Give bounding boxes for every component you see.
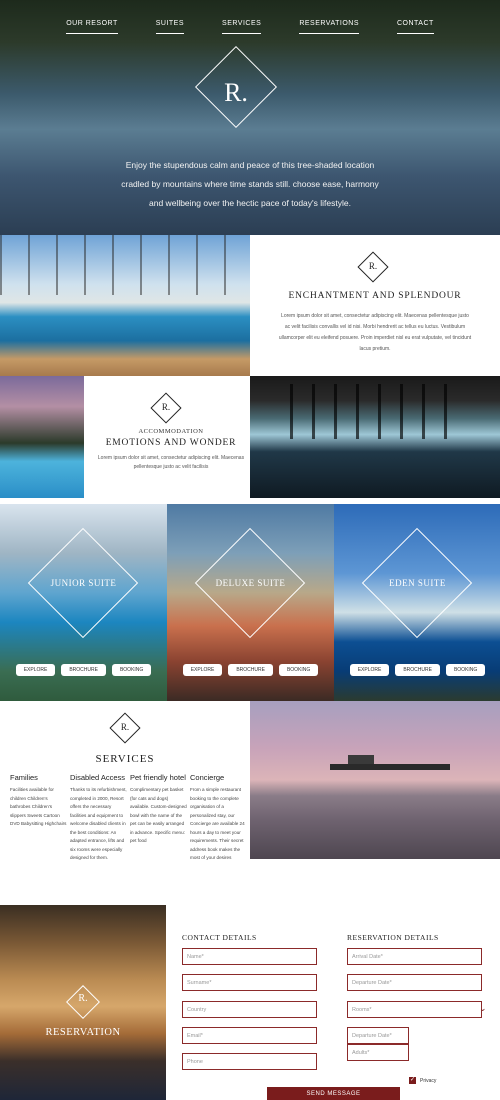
main-nav: OUR RESORT SUITES SERVICES RESERVATIONS …	[0, 20, 500, 34]
service-heading: Families	[10, 773, 38, 782]
suite-name: JUNIOR SUITE	[50, 578, 117, 588]
services-logo: R.	[120, 722, 130, 732]
suite-card-deluxe[interactable]: DELUXE SUITE EXPLORE BROCHURE BOOKING	[167, 504, 334, 701]
brochure-button[interactable]: BROCHURE	[228, 664, 273, 676]
phone-field[interactable]: Phone	[182, 1053, 317, 1070]
accommodation-text: Lorem ipsum dolor sit amet, consectetur …	[97, 455, 245, 470]
service-heading: Concierge	[190, 773, 225, 782]
booking-button[interactable]: BOOKING	[445, 664, 486, 676]
hero-section: OUR RESORT SUITES SERVICES RESERVATIONS …	[0, 0, 500, 235]
send-message-button[interactable]: SEND MESSAGE	[267, 1087, 400, 1100]
chevron-down-icon: ⌄	[479, 1003, 487, 1013]
sunset-pier-image	[250, 701, 500, 859]
services-title: SERVICES	[95, 753, 155, 765]
booking-button[interactable]: BOOKING	[111, 664, 152, 676]
departure-date-field-2[interactable]: Departure Date*	[347, 1027, 409, 1044]
enchantment-logo: R.	[368, 261, 378, 271]
enchantment-section: R. ENCHANTMENT AND SPLENDOUR Lorem ipsum…	[0, 235, 500, 376]
rooms-select[interactable]: Rooms*	[347, 1001, 482, 1018]
service-heading: Disabled Access	[70, 773, 126, 782]
check-icon: ✓	[409, 1077, 416, 1084]
nav-our-resort[interactable]: OUR RESORT	[66, 20, 118, 34]
country-field[interactable]: Country	[182, 1001, 317, 1018]
nav-suites[interactable]: SUITES	[155, 20, 185, 34]
pool-image	[0, 235, 250, 376]
hero-tagline: Enjoy the stupendous calm and peace of t…	[121, 160, 379, 208]
bar-image: R. RESERVATION	[0, 905, 166, 1100]
email-field[interactable]: Email*	[182, 1027, 317, 1044]
reservation-logo: R.	[78, 993, 88, 1004]
nav-reservations[interactable]: RESERVATIONS	[299, 20, 359, 34]
name-field[interactable]: Name*	[182, 948, 317, 965]
brochure-button[interactable]: BROCHURE	[395, 664, 440, 676]
reservation-details-heading: RESERVATION DETAILS	[347, 933, 439, 942]
service-heading: Pet friendly hotel	[130, 773, 186, 782]
accommodation-logo: R.	[161, 402, 171, 412]
privacy-label: Privacy	[420, 1077, 437, 1084]
service-text: Complimentary pet basket (for cats and d…	[130, 787, 187, 843]
services-section: R. SERVICES Families Facilities availabl…	[0, 701, 500, 905]
hero-logo: R.	[224, 78, 248, 107]
surname-field[interactable]: Surname*	[182, 974, 317, 991]
palms-image	[0, 376, 84, 498]
reservation-label: RESERVATION	[45, 1027, 121, 1038]
suite-name: EDEN SUITE	[389, 578, 446, 588]
contact-details-heading: CONTACT DETAILS	[182, 933, 257, 942]
indoor-pool-image	[250, 376, 500, 498]
explore-button[interactable]: EXPLORE	[15, 664, 56, 676]
accommodation-subtitle: ACCOMMODATION	[138, 428, 204, 435]
arrival-date-field[interactable]: Arrival Date*	[347, 948, 482, 965]
privacy-checkbox[interactable]: ✓ Privacy	[409, 1077, 436, 1084]
enchantment-text: Lorem ipsum dolor sit amet, consectetur …	[278, 313, 472, 352]
suites-section: JUNIOR SUITE EXPLORE BROCHURE BOOKING DE…	[0, 504, 500, 701]
suite-card-junior[interactable]: JUNIOR SUITE EXPLORE BROCHURE BOOKING	[0, 504, 167, 701]
suite-card-eden[interactable]: EDEN SUITE EXPLORE BROCHURE BOOKING	[334, 504, 500, 701]
nav-contact[interactable]: CONTACT	[397, 20, 434, 34]
accommodation-title: EMOTIONS AND WONDER	[105, 438, 237, 448]
explore-button[interactable]: EXPLORE	[349, 664, 390, 676]
brochure-button[interactable]: BROCHURE	[61, 664, 106, 676]
service-text: From a simple restaurant booking to the …	[190, 787, 245, 860]
booking-button[interactable]: BOOKING	[278, 664, 319, 676]
nav-services[interactable]: SERVICES	[222, 20, 262, 34]
explore-button[interactable]: EXPLORE	[182, 664, 223, 676]
service-text: Thanks to its refurbishment, completed i…	[70, 787, 127, 860]
service-text: Facilities available for children Childr…	[10, 787, 67, 826]
reservation-section: R. RESERVATION CONTACT DETAILS RESERVATI…	[0, 905, 500, 1100]
enchantment-title: ENCHANTMENT AND SPLENDOUR	[288, 291, 462, 301]
departure-date-field[interactable]: Departure Date*	[347, 974, 482, 991]
accommodation-section: R. ACCOMMODATION EMOTIONS AND WONDER Lor…	[0, 376, 500, 498]
suite-name: DELUXE SUITE	[215, 578, 286, 588]
adults-field[interactable]: Adults*	[347, 1044, 409, 1061]
